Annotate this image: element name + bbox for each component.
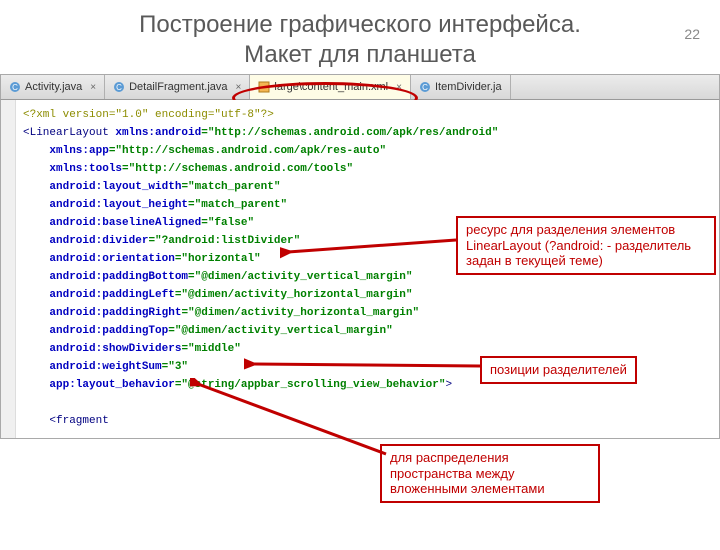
- code-line: <fragment: [49, 415, 108, 427]
- close-icon[interactable]: ×: [90, 82, 96, 93]
- val: ="?android:listDivider": [148, 235, 300, 247]
- attr: android:weightSum: [49, 361, 161, 373]
- callout-show-dividers: позиции разделителей: [480, 356, 637, 384]
- val: ="@dimen/activity_vertical_margin": [188, 271, 412, 283]
- val: ="horizontal": [175, 253, 261, 265]
- code-line: <?xml version="1.0" encoding="utf-8"?>: [23, 109, 274, 121]
- attr: xmlns:tools: [49, 163, 122, 175]
- callout-divider-resource: ресурс для разделения элементов LinearLa…: [456, 216, 716, 275]
- attr: android:baselineAligned: [49, 217, 201, 229]
- val: ="@dimen/activity_horizontal_margin": [175, 289, 413, 301]
- slide-title: Построение графического интерфейса. Маке…: [40, 10, 680, 70]
- val: ="false": [201, 217, 254, 229]
- code-line: <LinearLayout: [23, 127, 115, 139]
- java-class-icon: C: [9, 81, 21, 93]
- tab-label: large\content_main.xml: [274, 81, 388, 93]
- tab-content-main-xml[interactable]: large\content_main.xml ×: [250, 75, 411, 99]
- attr: android:orientation: [49, 253, 174, 265]
- tab-label: Activity.java: [25, 81, 82, 93]
- tag-close: >: [445, 379, 452, 391]
- attr: xmlns:app: [49, 145, 108, 157]
- attr: android:paddingTop: [49, 325, 168, 337]
- callout-weight-sum: для распределения пространства между вло…: [380, 444, 600, 503]
- svg-text:C: C: [12, 83, 18, 92]
- editor-gutter: [1, 100, 16, 438]
- tab-label: ItemDivider.ja: [435, 81, 502, 93]
- tab-label: DetailFragment.java: [129, 81, 227, 93]
- val: ="http://schemas.android.com/apk/res/and…: [201, 127, 498, 139]
- val: ="http://schemas.android.com/apk/res-aut…: [109, 145, 386, 157]
- java-class-icon: C: [419, 81, 431, 93]
- val: ="3": [162, 361, 188, 373]
- page-number: 22: [684, 26, 700, 42]
- val: ="@dimen/activity_vertical_margin": [168, 325, 392, 337]
- attr: android:showDividers: [49, 343, 181, 355]
- close-icon[interactable]: ×: [236, 82, 242, 93]
- tab-activity[interactable]: C Activity.java ×: [1, 75, 105, 99]
- title-line-2: Макет для планшета: [244, 41, 476, 68]
- attr: app:layout_behavior: [49, 379, 174, 391]
- val: ="@dimen/activity_horizontal_margin": [181, 307, 419, 319]
- val: ="match_parent": [181, 181, 280, 193]
- attr: android:divider: [49, 235, 148, 247]
- attr: android:paddingRight: [49, 307, 181, 319]
- attr: android:paddingBottom: [49, 271, 188, 283]
- close-icon[interactable]: ×: [396, 82, 402, 93]
- svg-text:C: C: [422, 83, 428, 92]
- attr: android:layout_width: [49, 181, 181, 193]
- xml-layout-icon: [258, 81, 270, 93]
- editor-tab-bar: C Activity.java × C DetailFragment.java …: [0, 74, 720, 100]
- attr: xmlns:android: [115, 127, 201, 139]
- val: ="match_parent": [188, 199, 287, 211]
- val: ="http://schemas.android.com/tools": [122, 163, 353, 175]
- tab-detailfragment[interactable]: C DetailFragment.java ×: [105, 75, 250, 99]
- val: ="middle": [181, 343, 240, 355]
- val: ="@string/appbar_scrolling_view_behavior…: [175, 379, 446, 391]
- tab-itemdivider[interactable]: C ItemDivider.ja: [411, 75, 511, 99]
- svg-text:C: C: [116, 83, 122, 92]
- java-class-icon: C: [113, 81, 125, 93]
- attr: android:layout_height: [49, 199, 188, 211]
- attr: android:paddingLeft: [49, 289, 174, 301]
- title-line-1: Построение графического интерфейса.: [139, 11, 581, 38]
